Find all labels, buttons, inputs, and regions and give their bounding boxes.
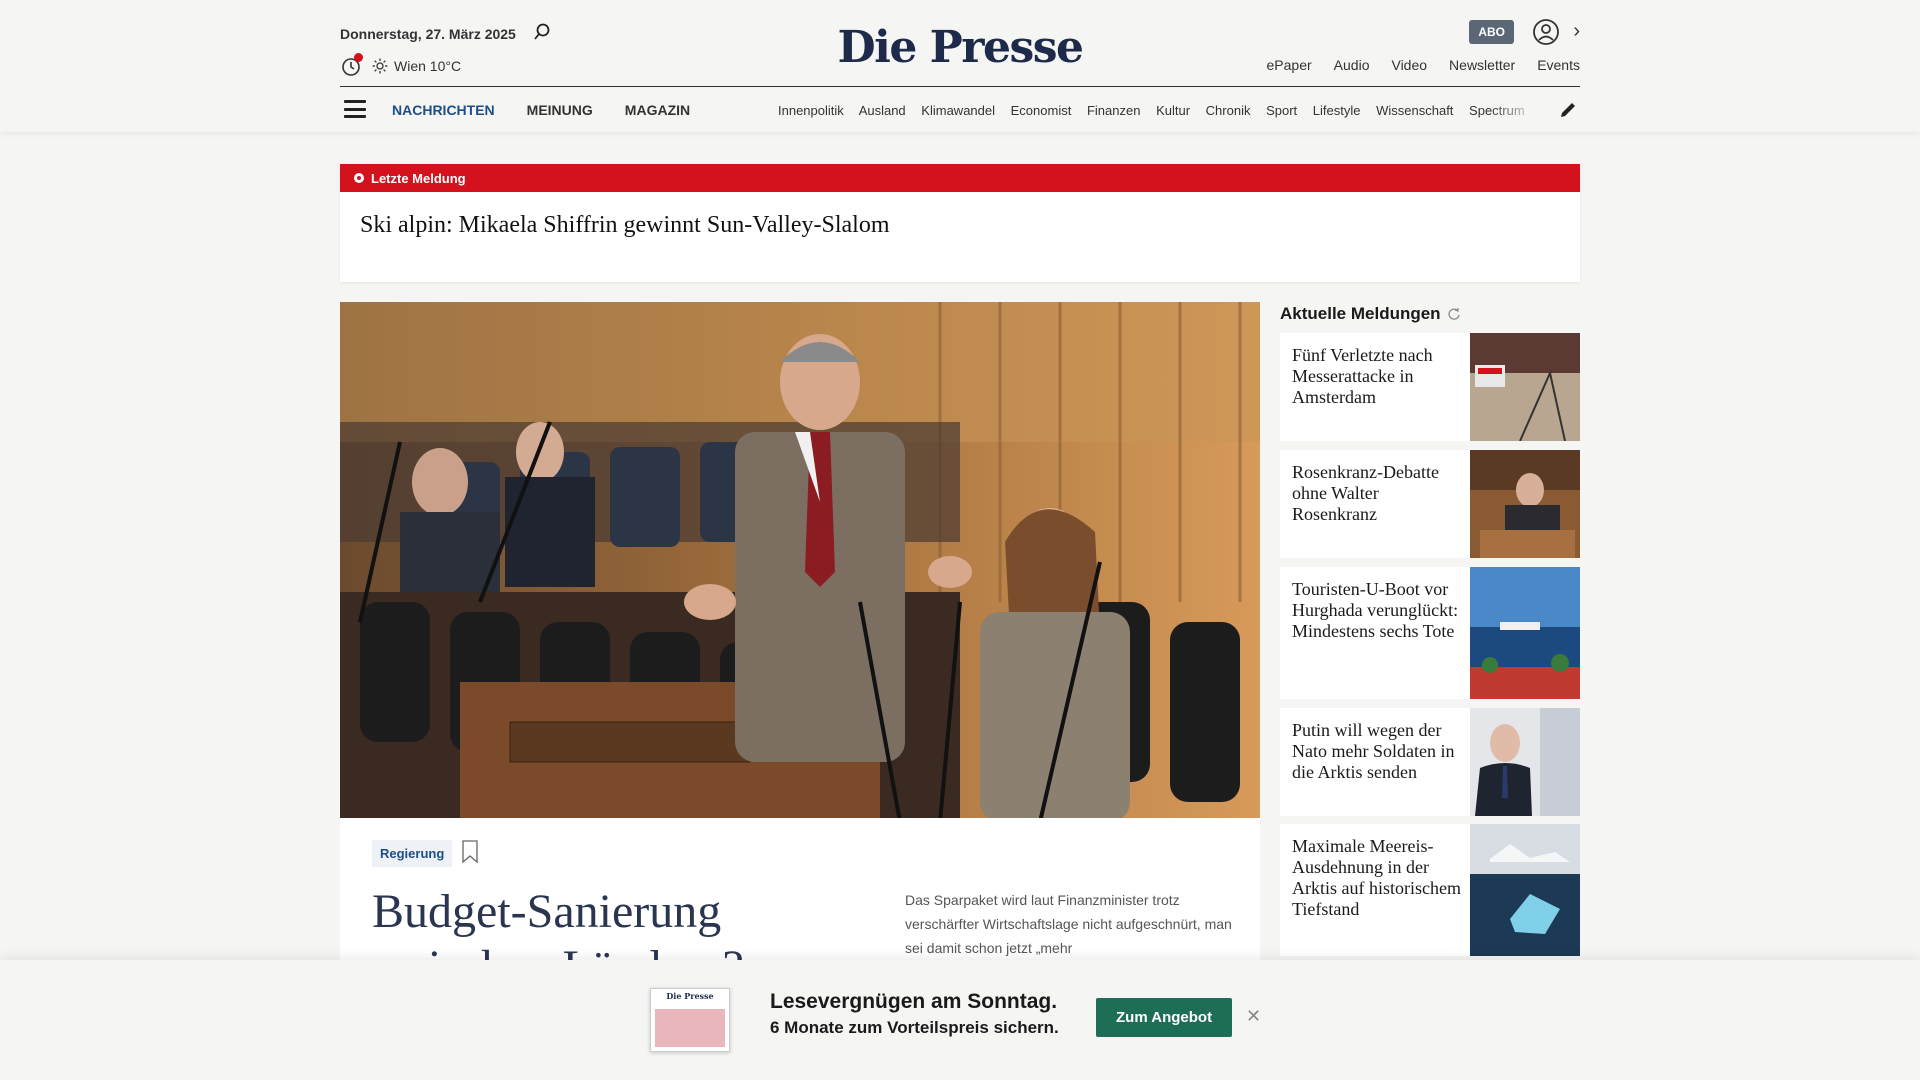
hero-teaser: Das Sparpaket wird laut Finanzminister t…	[905, 892, 1232, 956]
live-dot-icon	[354, 173, 364, 183]
section-wissenschaft[interactable]: Wissenschaft	[1376, 103, 1453, 118]
refresh-icon	[1448, 308, 1460, 320]
nav-meinung[interactable]: MEINUNG	[527, 102, 593, 118]
section-economist[interactable]: Economist	[1011, 103, 1072, 118]
news-item-thumb	[1470, 708, 1580, 816]
section-kultur[interactable]: Kultur	[1156, 103, 1190, 118]
news-item[interactable]: Fünf Verletzte nach Messerattacke in Ams…	[1280, 333, 1580, 441]
news-item-thumb	[1470, 567, 1580, 699]
newspaper-mini-logo: Die Presse	[666, 991, 714, 1001]
nav-magazin[interactable]: MAGAZIN	[625, 102, 690, 118]
hero-image[interactable]	[340, 302, 1260, 822]
news-item-title: Fünf Verletzte nach Messerattacke in Ams…	[1292, 345, 1433, 407]
section-nav: Innenpolitik Ausland Klimawandel Economi…	[778, 103, 1538, 118]
section-lifestyle[interactable]: Lifestyle	[1313, 103, 1361, 118]
hero-photo	[340, 302, 1260, 822]
newspaper-thumbnail: Die Presse	[650, 988, 730, 1052]
site-header: Donnerstag, 27. März 2025 Wien 10°C Die …	[0, 0, 1920, 132]
section-chronik[interactable]: Chronik	[1206, 103, 1251, 118]
news-item[interactable]: Maximale Meereis-Ausdehnung in der Arkti…	[1280, 824, 1580, 956]
close-icon[interactable]: ✕	[1246, 1006, 1261, 1027]
user-icon[interactable]	[1532, 18, 1560, 46]
news-item-thumb	[1470, 333, 1580, 441]
news-item-title: Putin will wegen der Nato mehr Soldaten …	[1292, 720, 1455, 782]
header-inner: Donnerstag, 27. März 2025 Wien 10°C Die …	[340, 0, 1580, 132]
section-sport[interactable]: Sport	[1266, 103, 1297, 118]
header-divider	[340, 86, 1580, 87]
news-item-title: Touristen-U-Boot vor Hurghada verunglück…	[1292, 579, 1459, 641]
section-finanzen[interactable]: Finanzen	[1087, 103, 1140, 118]
news-item-thumb	[1470, 824, 1580, 956]
chevron-right-icon[interactable]: ›	[1573, 20, 1580, 43]
promo-subline: 6 Monate zum Vorteilspreis sichern.	[770, 1018, 1059, 1037]
pen-icon[interactable]	[1558, 100, 1578, 120]
article-tag[interactable]: Regierung	[372, 840, 453, 867]
menu-icon[interactable]	[344, 100, 366, 118]
section-nav-fade	[1490, 98, 1540, 124]
section-innenpolitik[interactable]: Innenpolitik	[778, 103, 844, 118]
link-events[interactable]: Events	[1537, 57, 1580, 73]
news-item[interactable]: Putin will wegen der Nato mehr Soldaten …	[1280, 708, 1580, 816]
abo-button[interactable]: ABO	[1469, 20, 1514, 44]
breaking-news-box: Letzte Meldung Ski alpin: Mikaela Shiffr…	[340, 164, 1580, 282]
breaking-label: Letzte Meldung	[371, 170, 466, 186]
news-item-title: Maximale Meereis-Ausdehnung in der Arkti…	[1292, 836, 1461, 919]
promo-headline: Lesevergnügen am Sonntag.	[770, 990, 1058, 1013]
latest-news-title: Aktuelle Meldungen	[1280, 304, 1441, 323]
offer-button[interactable]: Zum Angebot	[1096, 998, 1233, 1037]
news-item-title: Rosenkranz-Debatte ohne Walter Rosenkran…	[1292, 462, 1439, 524]
link-epaper[interactable]: ePaper	[1267, 57, 1312, 73]
subscription-promo-bar: Die Presse Lesevergnügen am Sonntag. 6 M…	[0, 960, 1920, 1080]
top-links: ePaper Audio Video Newsletter Events	[1267, 57, 1580, 73]
link-video[interactable]: Video	[1391, 57, 1427, 73]
link-audio[interactable]: Audio	[1334, 57, 1370, 73]
breaking-headline[interactable]: Ski alpin: Mikaela Shiffrin gewinnt Sun-…	[340, 192, 1580, 259]
link-newsletter[interactable]: Newsletter	[1449, 57, 1515, 73]
breaking-bar: Letzte Meldung	[340, 164, 1580, 192]
nav-nachrichten[interactable]: NACHRICHTEN	[392, 102, 495, 118]
section-ausland[interactable]: Ausland	[859, 103, 906, 118]
news-item-thumb	[1470, 450, 1580, 558]
news-item[interactable]: Rosenkranz-Debatte ohne Walter Rosenkran…	[1280, 450, 1580, 558]
bookmark-icon[interactable]	[462, 840, 478, 864]
newspaper-cover-image	[655, 1009, 725, 1047]
news-item[interactable]: Touristen-U-Boot vor Hurghada verunglück…	[1280, 567, 1580, 699]
latest-news-heading: Aktuelle Meldungen	[1280, 304, 1461, 324]
main-nav: NACHRICHTEN MEINUNG MAGAZIN	[392, 102, 690, 118]
section-klimawandel[interactable]: Klimawandel	[921, 103, 995, 118]
